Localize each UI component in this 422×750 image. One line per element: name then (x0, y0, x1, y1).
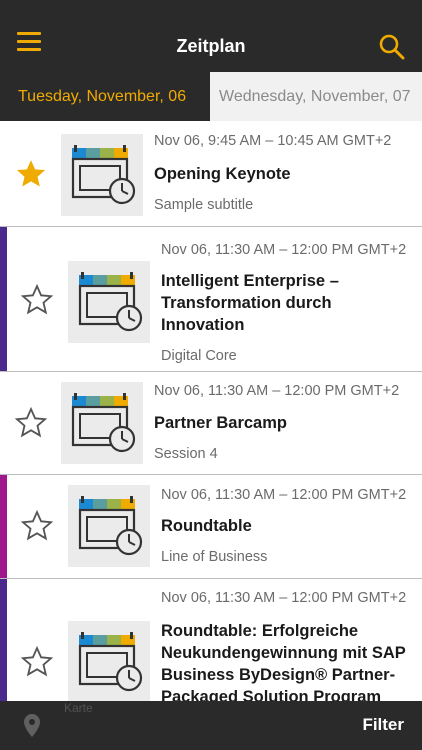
session-subtitle: Session 4 (154, 446, 218, 462)
track-color-bar (0, 475, 7, 578)
session-row[interactable]: Nov 06, 11:30 AM – 12:00 PM GMT+2 Intell… (0, 227, 422, 372)
calendar-clock-icon (78, 272, 143, 332)
session-title: Partner Barcamp (154, 414, 287, 432)
filter-button[interactable]: Filter (362, 715, 404, 735)
session-thumbnail (68, 261, 150, 343)
page-title: Zeitplan (176, 36, 246, 56)
calendar-clock-icon (78, 496, 143, 556)
favorite-star-icon[interactable] (14, 406, 48, 440)
search-icon (379, 34, 405, 60)
session-row[interactable]: Nov 06, 9:45 AM – 10:45 AM GMT+2 Opening… (0, 121, 422, 227)
calendar-clock-icon (78, 632, 143, 692)
session-row[interactable]: Nov 06, 11:30 AM – 12:00 PM GMT+2 Roundt… (0, 475, 422, 579)
session-subtitle: Digital Core (161, 348, 237, 364)
track-color-bar (0, 579, 7, 701)
session-subtitle: Line of Business (161, 549, 268, 565)
day-tabs: Tuesday, November, 06 Wednesday, Novembe… (0, 72, 422, 121)
session-list[interactable]: Nov 06, 9:45 AM – 10:45 AM GMT+2 Opening… (0, 121, 422, 701)
app-header: Zeitplan (0, 0, 422, 72)
search-button[interactable] (378, 33, 408, 63)
session-time: Nov 06, 11:30 AM – 12:00 PM GMT+2 (161, 487, 407, 503)
favorite-star-icon[interactable] (20, 645, 54, 679)
tab-day-1[interactable]: Tuesday, November, 06 (0, 72, 210, 121)
bottom-toolbar: Karte Filter (0, 701, 422, 750)
favorite-star-icon[interactable] (20, 283, 54, 317)
session-subtitle: Sample subtitle (154, 197, 254, 213)
session-thumbnail (68, 621, 150, 701)
session-time: Nov 06, 9:45 AM – 10:45 AM GMT+2 (154, 133, 392, 149)
session-title: Roundtable: Erfolgreiche Neukundengewinn… (161, 622, 406, 701)
calendar-clock-icon (71, 393, 136, 453)
session-title: Opening Keynote (154, 165, 291, 183)
track-color-bar (0, 227, 7, 371)
session-time: Nov 06, 11:30 AM – 12:00 PM GMT+2 (154, 383, 400, 399)
hamburger-menu-icon (17, 32, 41, 35)
favorite-star-icon[interactable] (14, 157, 48, 191)
session-thumbnail (68, 485, 150, 567)
map-pin-icon[interactable] (22, 713, 42, 739)
session-time: Nov 06, 11:30 AM – 12:00 PM GMT+2 (161, 590, 407, 606)
favorite-star-icon[interactable] (20, 509, 54, 543)
session-thumbnail (61, 382, 143, 464)
map-label[interactable]: Karte (64, 701, 93, 715)
tab-day-2[interactable]: Wednesday, November, 07 (210, 72, 422, 121)
session-time: Nov 06, 11:30 AM – 12:00 PM GMT+2 (161, 242, 407, 258)
session-thumbnail (61, 134, 143, 216)
session-row[interactable]: Nov 06, 11:30 AM – 12:00 PM GMT+2 Roundt… (0, 579, 422, 701)
calendar-clock-icon (71, 145, 136, 205)
session-title: Intelligent Enterprise – Transformation … (161, 272, 339, 334)
session-row[interactable]: Nov 06, 11:30 AM – 12:00 PM GMT+2 Partne… (0, 372, 422, 475)
session-title: Roundtable (161, 517, 252, 535)
